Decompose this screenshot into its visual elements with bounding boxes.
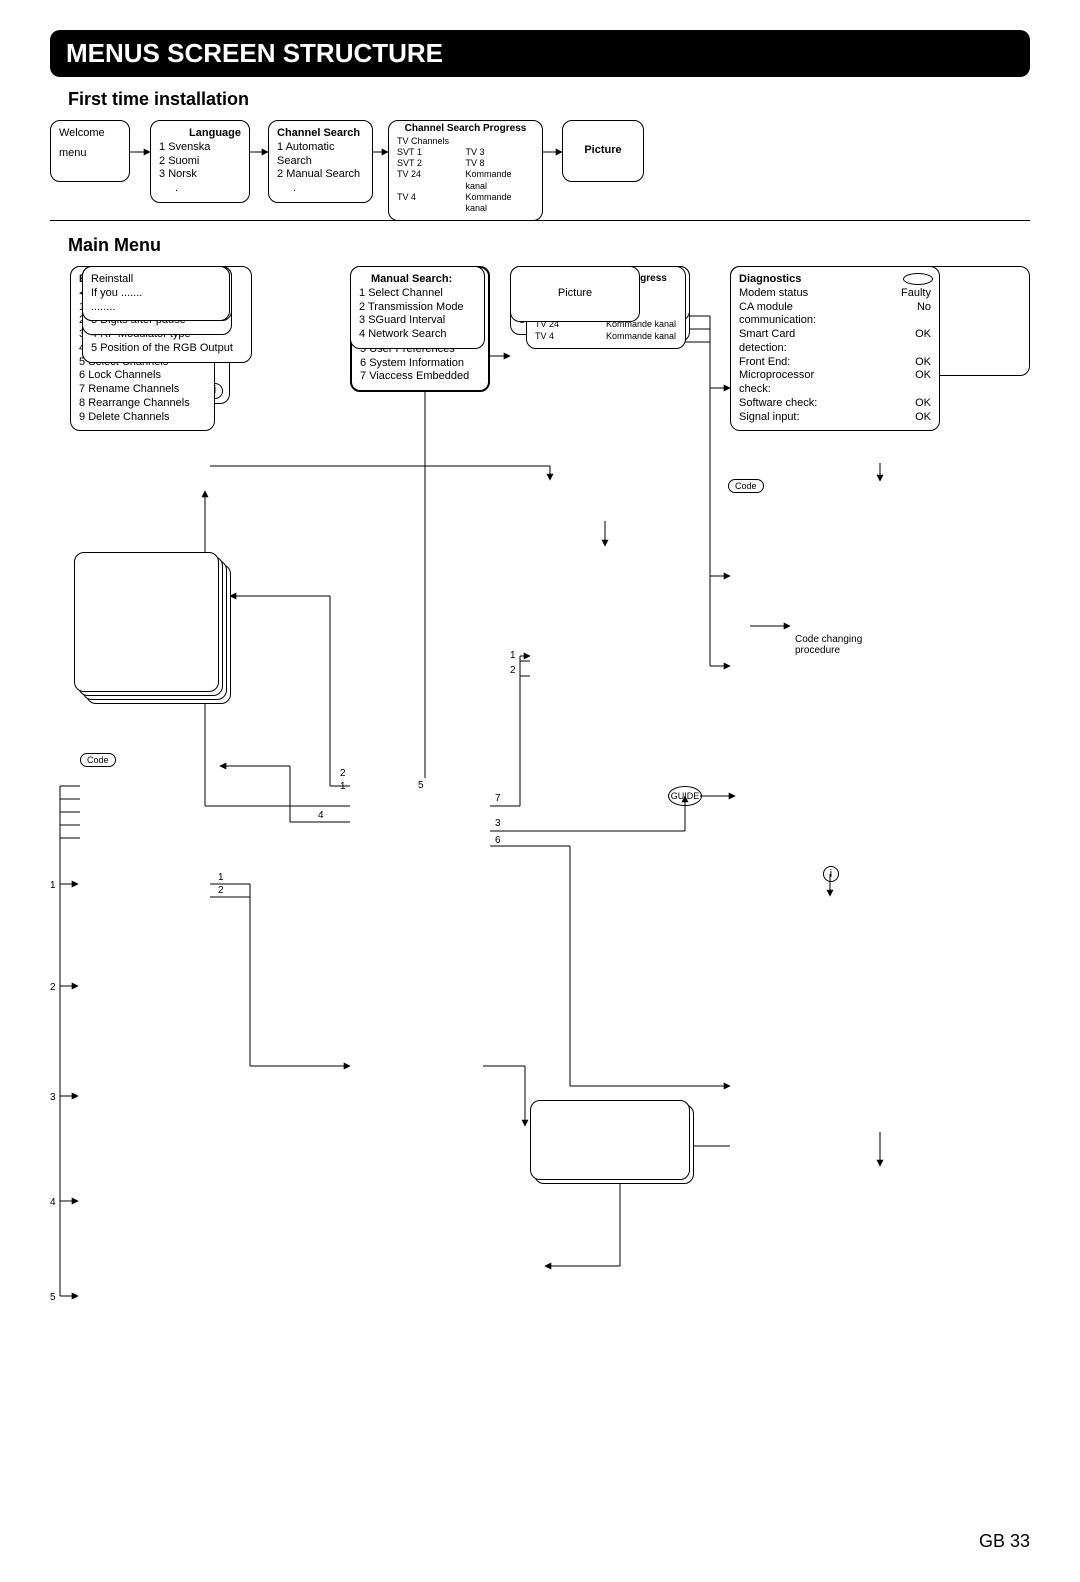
welcome-box: Welcome menu <box>50 120 130 182</box>
cst-1: Automatic Search <box>277 141 335 167</box>
info-icon-guide: i <box>823 866 839 882</box>
welcome-sub: menu <box>59 147 121 161</box>
chprog-top-sub: TV Channels <box>397 136 534 147</box>
code-tab-sysconf: Code <box>80 753 116 767</box>
ms-2: Transmission Mode <box>368 301 464 313</box>
code-tab-userpref: Code <box>728 479 764 493</box>
svg-text:1: 1 <box>510 650 516 661</box>
section-first-time: First time installation <box>68 89 1030 110</box>
dg-00: Modem status <box>739 287 835 301</box>
svg-text:2: 2 <box>340 768 346 779</box>
welcome-title: Welcome <box>59 127 121 141</box>
dg-50: Software check: <box>739 397 835 411</box>
svg-text:4: 4 <box>318 810 324 821</box>
svg-text:6: 6 <box>495 835 501 846</box>
svg-text:7: 7 <box>495 793 501 804</box>
dg-01: Faulty <box>835 287 931 301</box>
diagnostics-box: Diagnostics Modem statusFaulty CA module… <box>730 266 940 431</box>
ms-1: Select Channel <box>368 287 443 299</box>
cp-r31: Kommande kanal <box>466 192 535 215</box>
chprog-top-box: Channel Search Progress TV Channels SVT … <box>388 120 543 221</box>
cp-r20: TV 24 <box>397 169 466 192</box>
ms-4: Network Search <box>368 328 446 340</box>
svg-text:1: 1 <box>218 872 224 883</box>
cp-r10: SVT 2 <box>397 158 466 169</box>
diag-pill-icon <box>903 273 933 285</box>
lang-2: Suomi <box>168 155 199 167</box>
ec-7: Rename Channels <box>88 383 179 395</box>
picture-main-label: Picture <box>558 287 592 301</box>
dg-10: CA module communication: <box>739 301 835 329</box>
svg-text:1: 1 <box>340 781 346 792</box>
cp-r01: TV 3 <box>466 147 535 158</box>
picture-main-box: Picture <box>510 266 640 322</box>
page-title: MENUS SCREEN STRUCTURE <box>50 30 1030 77</box>
chsearch-top-box: Channel Search 1 Automatic Search 2 Manu… <box>268 120 373 203</box>
ri-2: If you ....... <box>91 287 221 301</box>
cp-r00: SVT 1 <box>397 147 466 158</box>
ec-9: Delete Channels <box>88 411 169 423</box>
dg-30: Front End: <box>739 356 835 370</box>
ri-3: ........ <box>91 301 221 315</box>
lang-1: Svenska <box>168 141 210 153</box>
svg-text:2: 2 <box>218 885 224 896</box>
page-number: GB 33 <box>979 1531 1030 1552</box>
svg-text:5: 5 <box>418 780 424 791</box>
code-changing-text: Code changing procedure <box>795 634 895 656</box>
picture-top-label: Picture <box>584 144 621 158</box>
lang-tail: . <box>159 182 241 196</box>
cp-r11: TV 8 <box>466 158 535 169</box>
dg-60: Signal input: <box>739 411 835 425</box>
dg-31: OK <box>835 356 931 370</box>
cst-tail: . <box>277 182 364 196</box>
lang-3: Norsk <box>168 168 197 180</box>
svg-text:2: 2 <box>510 665 516 676</box>
ms-title: Manual Search: <box>371 273 476 287</box>
ms-3: SGuard Interval <box>368 314 445 326</box>
chsearch-top-title: Channel Search <box>277 127 364 141</box>
svg-text:1: 1 <box>50 880 56 891</box>
cpm-31: Kommande kanal <box>606 331 677 342</box>
cpm-30: TV 4 <box>535 331 606 342</box>
ri-1: Reinstall <box>91 273 221 287</box>
svg-text:4: 4 <box>50 1197 56 1208</box>
dg-61: OK <box>835 411 931 425</box>
reinstall-box: Reinstall If you ....... ........ <box>82 266 230 321</box>
svg-text:2: 2 <box>50 982 56 993</box>
dg-11: No <box>835 301 931 329</box>
manual-search-box: Manual Search: 1 Select Channel 2 Transm… <box>350 266 485 349</box>
dg-41: OK <box>835 369 931 397</box>
svg-text:3: 3 <box>50 1092 56 1103</box>
ec-6: Lock Channels <box>88 369 161 381</box>
language-box: Language 1 Svenska 2 Suomi 3 Norsk . <box>150 120 250 203</box>
ec-8: Rearrange Channels <box>88 397 190 409</box>
tv-5: Position of the RGB Output <box>100 342 233 354</box>
picture-top-box: Picture <box>562 120 644 182</box>
svg-text:3: 3 <box>495 818 501 829</box>
chprog-top-title: Channel Search Progress <box>397 123 534 136</box>
mm-6: System Information <box>369 357 464 369</box>
section-main-menu: Main Menu <box>68 235 1030 256</box>
cp-r30: TV 4 <box>397 192 466 215</box>
dg-20: Smart Card detection: <box>739 328 835 356</box>
mm-7: Viaccess Embedded <box>369 370 469 382</box>
cp-r21: Kommande kanal <box>466 169 535 192</box>
dg-51: OK <box>835 397 931 411</box>
cst-2: Manual Search <box>286 168 360 180</box>
language-title: Language <box>159 127 241 141</box>
guide-button-icon: GUIDE <box>668 786 702 806</box>
svg-text:5: 5 <box>50 1292 56 1303</box>
dg-40: Microprocessor check: <box>739 369 835 397</box>
dg-21: OK <box>835 328 931 356</box>
